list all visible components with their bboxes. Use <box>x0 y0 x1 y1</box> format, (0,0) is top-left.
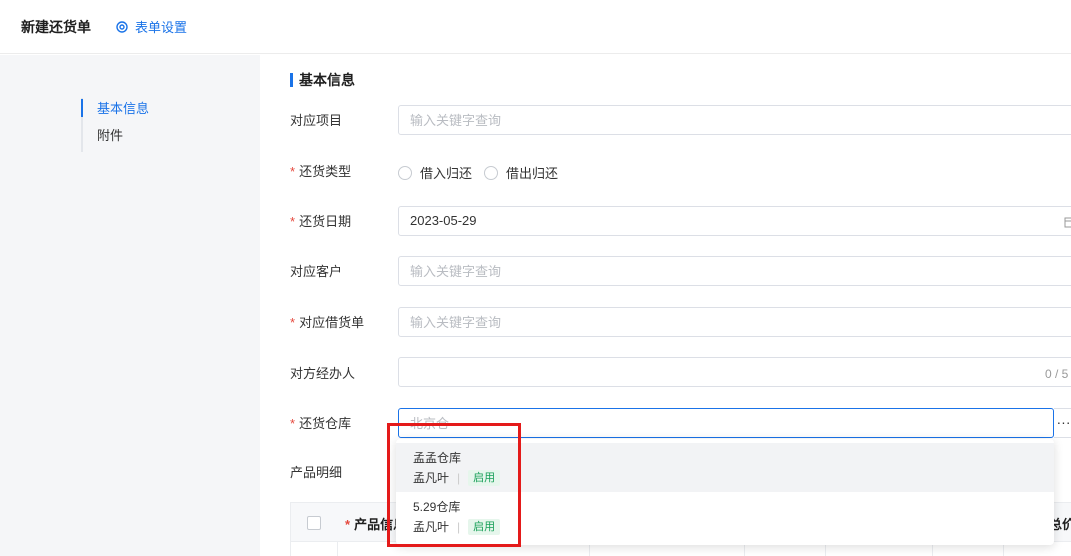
handler-label: 对方经办人 <box>290 366 356 381</box>
top-bar: 新建还货单 表单设置 <box>0 0 1071 54</box>
project-input[interactable] <box>398 105 1071 135</box>
handler-char-counter: 0 / 5 <box>1045 367 1069 381</box>
warehouse-label: * 还货仓库 <box>290 416 352 431</box>
sidebar: 基本信息 附件 <box>0 55 260 556</box>
handler-input[interactable] <box>398 357 1071 387</box>
gear-icon <box>115 20 129 34</box>
column-divider <box>337 542 338 556</box>
section-title: 基本信息 <box>290 72 355 88</box>
anchor-item-basic-info[interactable]: 基本信息 <box>80 98 149 125</box>
warehouse-more-button[interactable]: ··· <box>1054 408 1071 438</box>
select-all-checkbox[interactable] <box>307 516 321 530</box>
anchor-item-attachments[interactable]: 附件 <box>83 125 149 152</box>
radio-circle <box>398 165 412 180</box>
return-date-value: 2023-05-29 <box>410 213 477 228</box>
status-badge: 启用 <box>468 470 501 486</box>
customer-input[interactable] <box>398 256 1071 286</box>
warehouse-option[interactable]: 5.29仓库 孟凡叶 | 启用 <box>396 492 1054 541</box>
loan-order-label: * 对应借货单 <box>290 315 365 330</box>
warehouse-option[interactable]: 孟孟仓库 孟凡叶 | 启用 <box>396 443 1054 492</box>
return-date-picker[interactable]: 2023-05-29 <box>398 206 1071 236</box>
radio-lend-out-return[interactable]: 借出归还 <box>484 163 558 182</box>
return-date-label: * 还货日期 <box>290 214 352 229</box>
project-label: 对应项目 <box>290 113 343 128</box>
warehouse-input[interactable] <box>398 408 1054 438</box>
warehouse-dropdown: 孟孟仓库 孟凡叶 | 启用 5.29仓库 孟凡叶 | 启用 <box>396 439 1054 545</box>
return-type-label: * 还货类型 <box>290 164 352 179</box>
form-settings-link[interactable]: 表单设置 <box>115 17 187 36</box>
radio-borrow-in-return[interactable]: 借入归还 <box>398 163 472 182</box>
status-badge: 启用 <box>468 519 501 535</box>
page-title: 新建还货单 <box>21 19 91 35</box>
loan-order-input[interactable] <box>398 307 1071 337</box>
customer-label: 对应客户 <box>290 264 343 279</box>
calendar-icon[interactable] <box>1064 206 1071 236</box>
product-detail-label: 产品明细 <box>290 465 343 480</box>
form-settings-label: 表单设置 <box>135 20 188 35</box>
radio-circle <box>484 165 498 180</box>
anchor-nav: 基本信息 附件 <box>80 98 149 152</box>
